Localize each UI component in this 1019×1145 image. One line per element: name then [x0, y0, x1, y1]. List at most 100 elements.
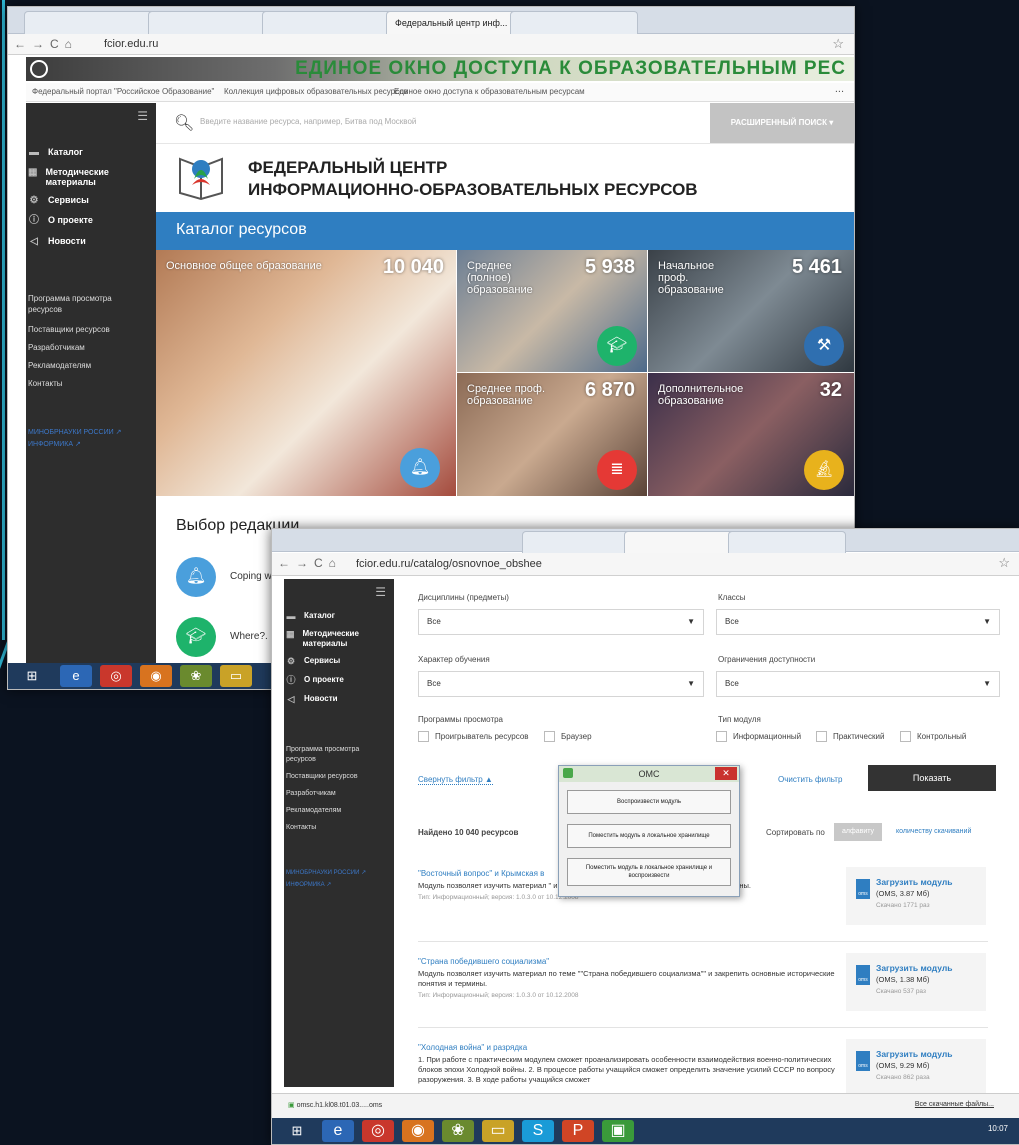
internet-explorer-icon[interactable]: e: [60, 665, 92, 687]
browser-tab[interactable]: [262, 11, 400, 34]
sidebar-link[interactable]: Разработчикам: [28, 342, 85, 353]
checkbox-box[interactable]: [544, 731, 555, 742]
bell-icon[interactable]: 🔔︎: [176, 557, 216, 597]
browser-checkbox[interactable]: Браузер: [544, 731, 592, 742]
omc-app-icon[interactable]: ▣: [602, 1120, 634, 1142]
firefox-icon[interactable]: ◉: [140, 665, 172, 687]
module-type-checkbox[interactable]: Информационный: [716, 731, 801, 742]
sort-alpha-button[interactable]: алфавиту: [834, 823, 883, 841]
nav-buttons-icon[interactable]: ←→C⌂: [14, 37, 78, 51]
sidebar-item-services[interactable]: ⚙ Сервисы: [28, 195, 89, 206]
external-link[interactable]: ИНФОРМИКА ↗: [286, 881, 331, 888]
browser-tab[interactable]: [728, 531, 846, 554]
sidebar-item-catalog[interactable]: ▬ Каталог: [286, 611, 336, 621]
hamburger-icon[interactable]: ☰: [375, 585, 386, 599]
result-title-link[interactable]: "Холодная война" и разрядка: [418, 1043, 848, 1052]
choice-item[interactable]: Where?.: [230, 631, 268, 642]
search-input[interactable]: Введите название ресурса, например, Битв…: [200, 117, 416, 126]
portal-banner[interactable]: ЕДИНОЕ ОКНО ДОСТУПА К ОБРАЗОВАТЕЛЬНЫМ РЕ…: [26, 57, 854, 81]
checkbox-box[interactable]: [816, 731, 827, 742]
browser-tab-active[interactable]: Федеральный центр инф...: [386, 11, 524, 34]
sidebar-link[interactable]: Поставщики ресурсов: [286, 772, 358, 782]
bookmark-star-icon[interactable]: ☆: [832, 36, 844, 52]
download-card[interactable]: oms Загрузить модуль (OMS, 1.38 Мб) Скач…: [846, 953, 986, 1011]
show-button[interactable]: Показать: [868, 765, 996, 791]
browser-tab[interactable]: [24, 11, 162, 34]
checkbox-box[interactable]: [418, 731, 429, 742]
nature-select[interactable]: Все ▼: [418, 671, 704, 697]
download-link[interactable]: Загрузить модуль: [876, 963, 952, 973]
tile-secondary-education[interactable]: Среднее (полное) образование 5 938 🎓︎: [457, 250, 647, 372]
windows-start-icon[interactable]: ⊞: [16, 665, 48, 687]
browser-tab[interactable]: [148, 11, 276, 34]
collapse-filter-link[interactable]: Свернуть фильтр ▲: [418, 775, 493, 785]
sidebar-item-methodical[interactable]: ▦ Методические материалы: [28, 167, 132, 187]
hamburger-icon[interactable]: ☰: [137, 109, 148, 123]
bookmark-star-icon[interactable]: ☆: [998, 555, 1010, 571]
folder-icon[interactable]: ▭: [220, 665, 252, 687]
sort-downloads-link[interactable]: количеству скачиваний: [896, 828, 971, 835]
tile-additional-education[interactable]: Дополнительное образование 32 🔬︎: [648, 373, 854, 496]
download-card[interactable]: oms Загрузить модуль (OMS, 9.29 Мб) Скач…: [846, 1039, 986, 1097]
sidebar-item-news[interactable]: ◁ Новости: [28, 236, 86, 247]
classes-select[interactable]: Все ▼: [716, 609, 1000, 635]
app-icon[interactable]: ❀: [442, 1120, 474, 1142]
external-link[interactable]: МИНОБРНАУКИ РОССИИ ↗: [286, 869, 366, 876]
bookmark-link[interactable]: Коллекция цифровых образовательных ресур…: [224, 87, 408, 96]
external-link[interactable]: ИНФОРМИКА ↗: [28, 440, 81, 448]
bookmark-link[interactable]: Федеральный портал "Российское Образован…: [32, 87, 214, 96]
sidebar-item-services[interactable]: ⚙ Сервисы: [286, 656, 340, 666]
checkbox-box[interactable]: [900, 731, 911, 742]
sidebar-link[interactable]: Программа просмотра ресурсов: [28, 293, 138, 315]
windows-start-icon[interactable]: ⊞: [282, 1120, 312, 1142]
store-and-play-button[interactable]: Поместить модуль в локальное хранилище и…: [567, 858, 731, 886]
chrome-icon[interactable]: ◎: [362, 1120, 394, 1142]
powerpoint-icon[interactable]: P: [562, 1120, 594, 1142]
advanced-search-button[interactable]: РАСШИРЕННЫЙ ПОИСК ▾: [710, 103, 854, 143]
url-field[interactable]: fcior.edu.ru/catalog/osnovnoe_obshee: [356, 557, 542, 571]
sidebar-item-methodical[interactable]: ▦ Методические материалы: [286, 629, 376, 649]
url-field[interactable]: fcior.edu.ru: [104, 37, 158, 51]
checkbox-box[interactable]: [716, 731, 727, 742]
sidebar-link[interactable]: Программа просмотра ресурсов: [286, 745, 376, 765]
browser-tab[interactable]: [510, 11, 638, 34]
sidebar-link[interactable]: Рекламодателям: [286, 806, 341, 816]
browser-tab-active[interactable]: [624, 531, 742, 554]
downloaded-file[interactable]: ▣ omsc.h1.kl08.t01.03.....oms: [288, 1101, 382, 1109]
tile-basic-education[interactable]: Основное общее образование 10 040 🔔︎: [156, 250, 456, 496]
sidebar-link[interactable]: Контакты: [28, 378, 63, 389]
sidebar-link[interactable]: Разработчикам: [286, 789, 336, 799]
sidebar-item-about[interactable]: ⓘ О проекте: [286, 675, 343, 685]
download-link[interactable]: Загрузить модуль: [876, 1049, 952, 1059]
access-select[interactable]: Все ▼: [716, 671, 1000, 697]
choice-item[interactable]: Coping w: [230, 571, 272, 582]
module-type-checkbox[interactable]: Практический: [816, 731, 884, 742]
external-link[interactable]: МИНОБРНАУКИ РОССИИ ↗: [28, 428, 122, 436]
bookmark-link[interactable]: Единое окно доступа к образовательным ре…: [394, 87, 585, 96]
viewer-checkbox[interactable]: Проигрыватель ресурсов: [418, 731, 529, 742]
sidebar-link[interactable]: Рекламодателям: [28, 360, 91, 371]
chrome-icon[interactable]: ◎: [100, 665, 132, 687]
internet-explorer-icon[interactable]: e: [322, 1120, 354, 1142]
sidebar-link[interactable]: Поставщики ресурсов: [28, 324, 110, 335]
sidebar-item-catalog[interactable]: ▬ Каталог: [28, 147, 83, 158]
download-link[interactable]: Загрузить модуль: [876, 877, 952, 887]
search-icon[interactable]: 🔍︎: [174, 113, 194, 133]
module-type-checkbox[interactable]: Контрольный: [900, 731, 966, 742]
folder-icon[interactable]: ▭: [482, 1120, 514, 1142]
result-title-link[interactable]: "Страна победившего социализма": [418, 957, 848, 966]
nav-buttons-icon[interactable]: ←→C⌂: [278, 556, 342, 570]
graduation-cap-icon[interactable]: 🎓︎: [176, 617, 216, 657]
play-module-button[interactable]: Воспроизвести модуль: [567, 790, 731, 814]
app-icon[interactable]: ❀: [180, 665, 212, 687]
store-module-button[interactable]: Поместить модуль в локальное хранилище: [567, 824, 731, 848]
sidebar-link[interactable]: Контакты: [286, 823, 316, 833]
tile-initial-vocational[interactable]: Начальное проф. образование 5 461 ⚒: [648, 250, 854, 372]
sidebar-item-news[interactable]: ◁ Новости: [286, 694, 338, 704]
tile-secondary-vocational[interactable]: Среднее проф. образование 6 870 ≣: [457, 373, 647, 496]
clear-filter-link[interactable]: Очистить фильтр: [778, 775, 842, 784]
close-icon[interactable]: ✕: [715, 767, 737, 780]
sidebar-item-about[interactable]: ⓘ О проекте: [28, 215, 93, 226]
disciplines-select[interactable]: Все ▼: [418, 609, 704, 635]
download-card[interactable]: oms Загрузить модуль (OMS, 3.87 Мб) Скач…: [846, 867, 986, 925]
